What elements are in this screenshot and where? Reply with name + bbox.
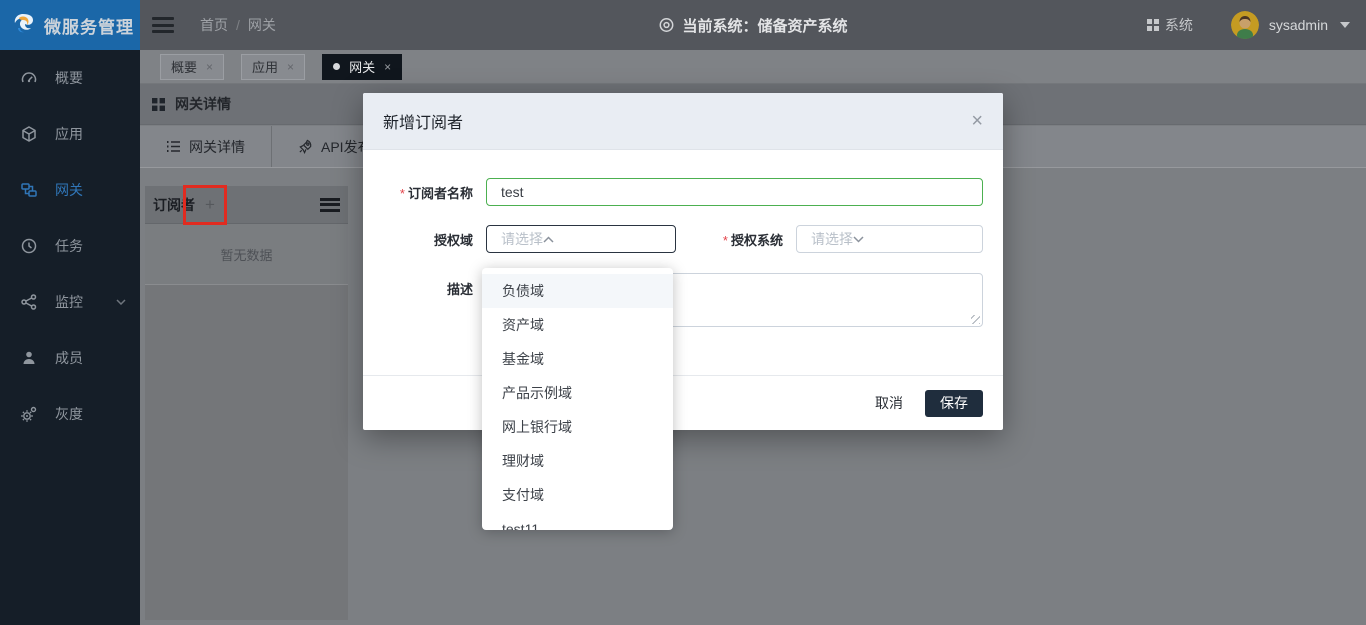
breadcrumb-current: 网关 xyxy=(248,15,276,35)
modal-footer: 取消 保存 xyxy=(363,375,1003,430)
sidebar: 微服务管理 概要 应用 网关 xyxy=(0,0,140,625)
sidebar-item-label: 应用 xyxy=(55,124,83,144)
tab-close-icon[interactable]: × xyxy=(287,60,294,74)
select-placeholder: 请选择 xyxy=(811,229,853,249)
app-logo: 微服务管理 xyxy=(0,0,140,50)
dropdown-option[interactable]: test11 xyxy=(482,512,673,530)
form-row-auth: 授权域 请选择 *授权系统 请选择 xyxy=(383,225,983,253)
topbar-right: 系统 sysadmin xyxy=(1147,11,1366,39)
breadcrumb: 首页 / 网关 xyxy=(200,15,276,35)
empty-state-text: 暂无数据 xyxy=(145,224,348,285)
tab-label: 应用 xyxy=(252,57,278,76)
panel-menu-icon[interactable] xyxy=(320,198,340,212)
tab-gateway-detail[interactable]: 网关详情 xyxy=(140,126,271,167)
form-row-desc: 描述 xyxy=(383,273,983,327)
subscriber-panel-header: 订阅者 + xyxy=(145,186,348,224)
tab-close-icon[interactable]: × xyxy=(206,60,213,74)
sidebar-item-label: 成员 xyxy=(55,348,83,368)
list-icon xyxy=(166,140,181,153)
caret-down-icon[interactable] xyxy=(1340,22,1350,28)
system-switch[interactable]: 系统 xyxy=(1147,15,1193,35)
sidebar-item-gray-release[interactable]: 灰度 xyxy=(0,386,140,442)
gears-icon xyxy=(20,405,38,423)
dropdown-option[interactable]: 负债域 xyxy=(482,274,673,308)
subscriber-name-input[interactable] xyxy=(486,178,983,206)
dropdown-option[interactable]: 网上银行域 xyxy=(482,410,673,444)
form-row-name: *订阅者名称 xyxy=(383,178,983,206)
system-switch-label: 系统 xyxy=(1165,15,1193,35)
tab-label: 网关详情 xyxy=(189,137,245,157)
sidebar-item-gateway[interactable]: 网关 xyxy=(0,162,140,218)
menu-toggle-icon[interactable] xyxy=(152,17,174,33)
active-dot-icon xyxy=(333,63,340,70)
auth-domain-dropdown: 负债域 资产域 基金域 产品示例域 网上银行域 理财域 支付域 test11 xyxy=(482,268,673,530)
dropdown-option[interactable]: 资产域 xyxy=(482,308,673,342)
desc-field-label: 描述 xyxy=(383,279,473,298)
auth-domain-select[interactable]: 请选择 xyxy=(486,225,676,253)
modal-title: 新增订阅者 xyxy=(383,109,463,133)
auth-system-select[interactable]: 请选择 xyxy=(796,225,983,253)
chevron-down-icon xyxy=(853,236,864,243)
grid-icon xyxy=(152,98,165,111)
sidebar-item-apps[interactable]: 应用 xyxy=(0,106,140,162)
current-system-text: 当前系统：储备资产系统 xyxy=(682,15,847,36)
dropdown-option[interactable]: 基金域 xyxy=(482,342,673,376)
cancel-button[interactable]: 取消 xyxy=(875,393,903,413)
swirl-logo-icon xyxy=(10,12,36,38)
dropdown-option[interactable]: 理财域 xyxy=(482,444,673,478)
sidebar-item-members[interactable]: 成员 xyxy=(0,330,140,386)
eye-icon xyxy=(658,17,674,33)
sidebar-item-label: 概要 xyxy=(55,68,83,88)
sidebar-item-label: 任务 xyxy=(55,236,83,256)
tab-gateway[interactable]: 网关 × xyxy=(322,54,402,80)
save-button[interactable]: 保存 xyxy=(925,390,983,417)
avatar[interactable] xyxy=(1231,11,1259,39)
sidebar-item-monitor[interactable]: 监控 xyxy=(0,274,140,330)
current-system-indicator: 当前系统：储备资产系统 xyxy=(658,0,847,50)
breadcrumb-home[interactable]: 首页 xyxy=(200,15,228,35)
add-subscriber-button[interactable]: + xyxy=(205,195,215,215)
gateway-icon xyxy=(20,181,38,199)
tab-label: 网关 xyxy=(349,57,375,76)
username[interactable]: sysadmin xyxy=(1269,17,1328,33)
tab-overview[interactable]: 概要 × xyxy=(160,54,224,80)
close-icon[interactable]: × xyxy=(971,111,983,131)
sidebar-item-tasks[interactable]: 任务 xyxy=(0,218,140,274)
sidebar-item-label: 网关 xyxy=(55,180,83,200)
sidebar-item-label: 监控 xyxy=(55,292,83,312)
breadcrumb-separator: / xyxy=(236,17,240,33)
rocket-icon xyxy=(298,139,313,154)
modal-header: 新增订阅者 × xyxy=(363,93,1003,150)
sidebar-item-overview[interactable]: 概要 xyxy=(0,50,140,106)
tab-label: 概要 xyxy=(171,57,197,76)
sidebar-item-label: 灰度 xyxy=(55,404,83,424)
app-root: 微服务管理 概要 应用 网关 xyxy=(0,0,1366,625)
chevron-up-icon xyxy=(543,236,554,243)
cube-icon xyxy=(20,125,38,143)
subscriber-panel: 订阅者 + 暂无数据 xyxy=(145,186,348,620)
dropdown-option[interactable]: 产品示例域 xyxy=(482,376,673,410)
system-field-label: *授权系统 xyxy=(688,230,783,249)
required-mark: * xyxy=(400,186,405,201)
user-icon xyxy=(20,349,38,367)
clock-icon xyxy=(20,237,38,255)
tab-apps[interactable]: 应用 × xyxy=(241,54,305,80)
open-tabs-bar: 概要 × 应用 × 网关 × xyxy=(140,50,1366,84)
add-subscriber-modal: 新增订阅者 × *订阅者名称 授权域 请选择 *授权系统 请选择 xyxy=(363,93,1003,430)
select-placeholder: 请选择 xyxy=(501,229,543,249)
required-mark: * xyxy=(723,233,728,248)
domain-field-label: 授权域 xyxy=(383,230,473,249)
subscriber-panel-title: 订阅者 xyxy=(153,195,195,215)
dropdown-option[interactable]: 支付域 xyxy=(482,478,673,512)
name-field-label: *订阅者名称 xyxy=(383,183,473,202)
page-title: 网关详情 xyxy=(175,94,231,114)
grid-icon xyxy=(1147,19,1159,31)
chevron-down-icon xyxy=(116,299,126,305)
app-title: 微服务管理 xyxy=(44,13,134,38)
tab-close-icon[interactable]: × xyxy=(384,60,391,74)
top-header: 首页 / 网关 当前系统：储备资产系统 系统 xyxy=(140,0,1366,50)
gauge-icon xyxy=(20,69,38,87)
share-nodes-icon xyxy=(20,293,38,311)
